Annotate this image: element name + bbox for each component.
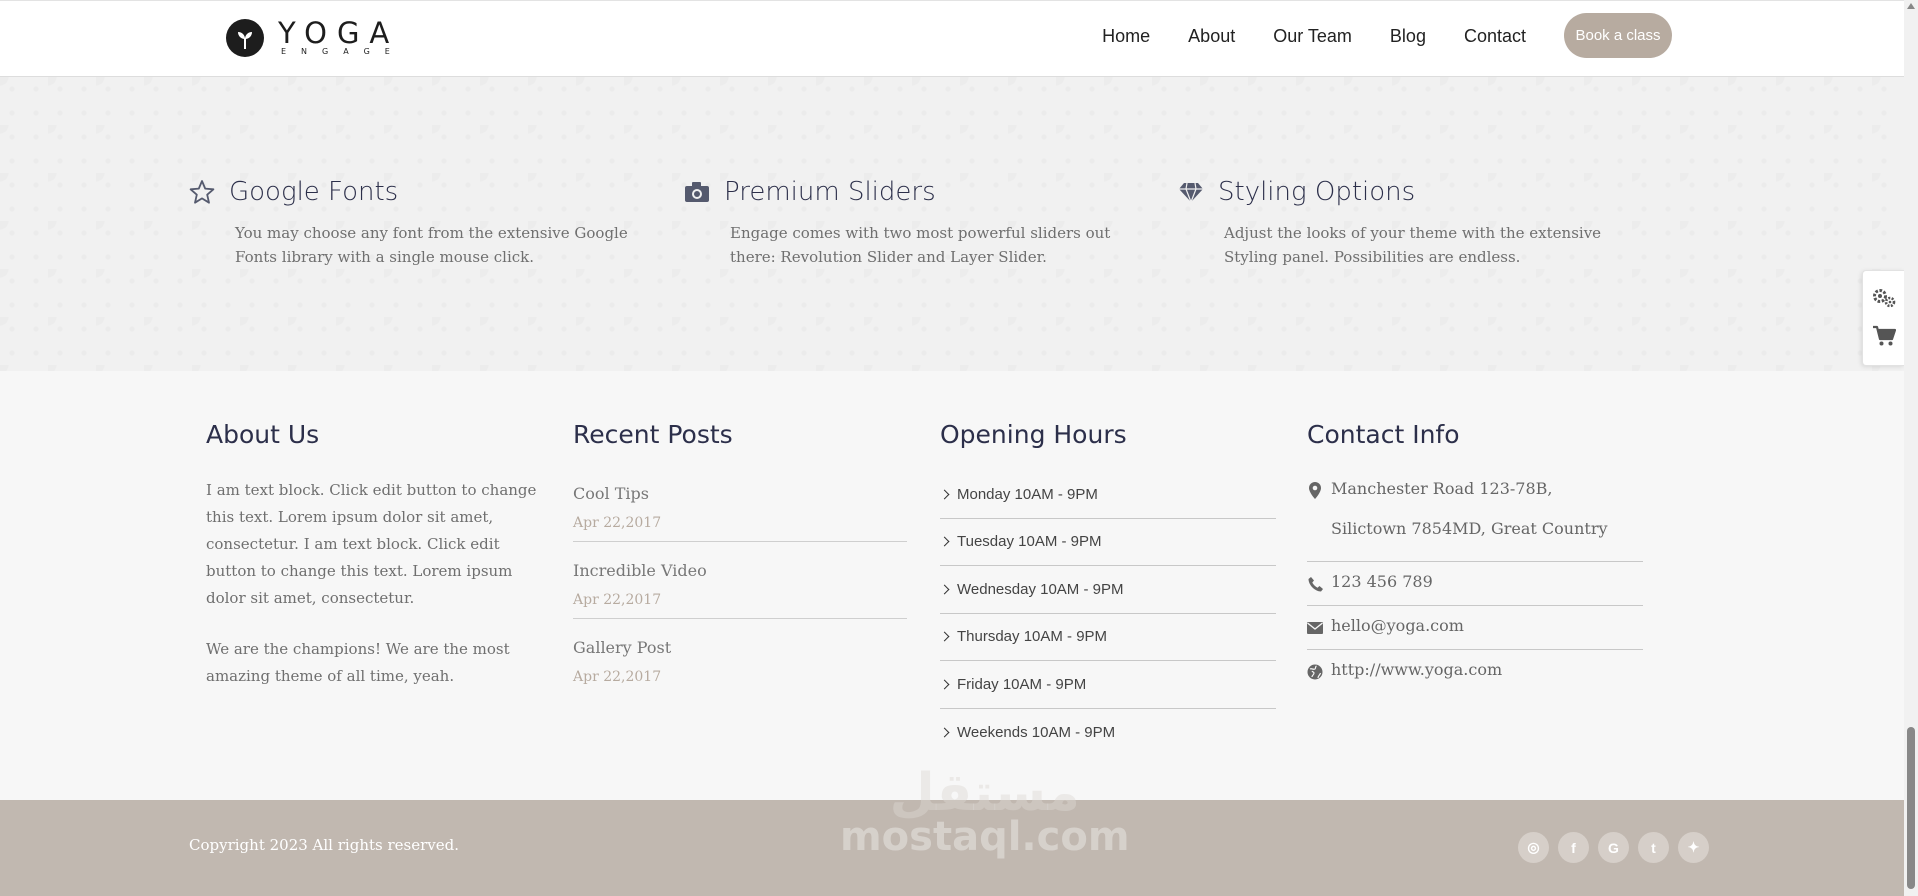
- google-icon[interactable]: G: [1598, 832, 1629, 863]
- address-line: Manchester Road 123-78B,: [1331, 479, 1553, 498]
- feature-description: Engage comes with two most powerful slid…: [730, 224, 1111, 266]
- hours-text: Weekends 10AM - 9PM: [957, 723, 1116, 741]
- site-header: YOGA ENGAGE Home About Our Team Blog Con…: [0, 0, 1904, 77]
- page-scrollbar[interactable]: [1904, 0, 1918, 896]
- contact-info-widget: Contact Info Manchester Road 123-78B, Si…: [1307, 420, 1643, 693]
- watermark-arabic: مستقل: [889, 763, 1080, 823]
- dribbble-icon[interactable]: ◎: [1518, 832, 1549, 863]
- feature-premium-sliders: Premium Sliders Engage comes with two mo…: [684, 177, 1124, 269]
- hours-text: Monday 10AM - 9PM: [957, 485, 1098, 503]
- post-item: Gallery Post Apr 22,2017: [573, 631, 907, 695]
- about-paragraph: We are the champions! We are the most am…: [206, 640, 510, 685]
- about-paragraph: I am text block. Click edit button to ch…: [206, 481, 537, 607]
- post-date: Apr 22,2017: [573, 515, 662, 531]
- shopping-cart-icon[interactable]: [1863, 317, 1905, 355]
- logo-sprout-icon: [226, 19, 264, 57]
- main-nav: Home About Our Team Blog Contact Book a …: [1064, 13, 1672, 58]
- tumblr-icon[interactable]: t: [1638, 832, 1669, 863]
- chevron-right-icon: [939, 489, 950, 500]
- contact-address: Manchester Road 123-78B, Silictown 7854M…: [1307, 469, 1643, 562]
- features-section: Google Fonts You may choose any font fro…: [0, 77, 1904, 371]
- hours-row: Tuesday 10AM - 9PM: [939, 519, 1276, 566]
- widget-title: About Us: [206, 420, 320, 449]
- nav-blog[interactable]: Blog: [1390, 14, 1426, 58]
- copyright-text: Copyright 2023 All rights reserved.: [189, 836, 459, 854]
- nav-our-team[interactable]: Our Team: [1273, 14, 1352, 58]
- recent-posts-widget: Recent Posts Cool Tips Apr 22,2017 Incre…: [573, 420, 907, 707]
- twitter-icon[interactable]: ✦: [1678, 832, 1709, 863]
- feature-google-fonts: Google Fonts You may choose any font fro…: [189, 177, 629, 269]
- logo[interactable]: YOGA ENGAGE: [226, 19, 405, 57]
- email-link[interactable]: hello@yoga.com: [1331, 616, 1464, 635]
- chevron-right-icon: [939, 536, 950, 547]
- social-links: ◎ f G t ✦: [1518, 832, 1718, 863]
- address-line: Silictown 7854MD, Great Country: [1331, 519, 1608, 538]
- hours-row: Weekends 10AM - 9PM: [939, 709, 1276, 757]
- post-date: Apr 22,2017: [573, 592, 662, 608]
- star-icon: [189, 179, 215, 205]
- phone-number: 123 456 789: [1331, 572, 1433, 591]
- side-toolbar: [1862, 270, 1904, 366]
- website-link[interactable]: http://www.yoga.com: [1331, 660, 1502, 679]
- settings-gears-icon[interactable]: [1863, 279, 1905, 317]
- about-widget: About Us I am text block. Click edit but…: [206, 420, 544, 690]
- feature-styling-options: Styling Options Adjust the looks of your…: [1178, 177, 1618, 269]
- hours-row: Thursday 10AM - 9PM: [939, 614, 1276, 661]
- watermark-logo: مستقل mostaql.com: [840, 765, 1130, 859]
- hours-row: Wednesday 10AM - 9PM: [939, 566, 1276, 614]
- hours-text: Friday 10AM - 9PM: [957, 675, 1087, 693]
- widget-title: Opening Hours: [940, 420, 1127, 449]
- facebook-icon[interactable]: f: [1558, 832, 1589, 863]
- hours-row: Friday 10AM - 9PM: [939, 661, 1276, 709]
- post-date: Apr 22,2017: [573, 669, 662, 685]
- opening-hours-widget: Opening Hours Monday 10AM - 9PM Tuesday …: [939, 420, 1276, 757]
- hours-text: Wednesday 10AM - 9PM: [957, 580, 1124, 598]
- globe-icon: [1307, 663, 1323, 681]
- feature-title: Premium Sliders: [724, 177, 936, 207]
- contact-email: hello@yoga.com: [1307, 606, 1643, 650]
- logo-subtitle: ENGAGE: [281, 47, 405, 56]
- logo-word: YOGA: [278, 16, 400, 50]
- nav-home[interactable]: Home: [1102, 14, 1150, 58]
- post-title-link[interactable]: Cool Tips: [573, 481, 907, 507]
- widget-title: Contact Info: [1307, 420, 1460, 449]
- post-title-link[interactable]: Incredible Video: [573, 558, 907, 584]
- contact-website: http://www.yoga.com: [1307, 650, 1643, 693]
- envelope-icon: [1307, 619, 1323, 637]
- map-marker-icon: [1307, 481, 1323, 499]
- contact-phone: 123 456 789: [1307, 562, 1643, 606]
- camera-icon: [684, 179, 710, 205]
- diamond-icon: [1178, 179, 1204, 205]
- post-item: Cool Tips Apr 22,2017: [573, 477, 907, 542]
- hours-text: Thursday 10AM - 9PM: [957, 628, 1108, 646]
- hours-text: Tuesday 10AM - 9PM: [957, 533, 1102, 551]
- chevron-right-icon: [939, 631, 950, 642]
- nav-about[interactable]: About: [1188, 14, 1235, 58]
- nav-contact[interactable]: Contact: [1464, 14, 1526, 58]
- chevron-right-icon: [939, 584, 950, 595]
- book-a-class-button[interactable]: Book a class: [1564, 13, 1672, 58]
- watermark-latin: mostaql.com: [840, 814, 1130, 860]
- post-item: Incredible Video Apr 22,2017: [573, 554, 907, 619]
- scrollbar-thumb[interactable]: [1907, 727, 1915, 889]
- scroll-up-arrow-icon[interactable]: [1907, 3, 1915, 9]
- hours-row: Monday 10AM - 9PM: [939, 471, 1276, 519]
- phone-icon: [1307, 575, 1323, 593]
- chevron-right-icon: [939, 727, 950, 738]
- feature-description: You may choose any font from the extensi…: [235, 224, 628, 266]
- chevron-right-icon: [939, 679, 950, 690]
- feature-title: Google Fonts: [229, 177, 399, 207]
- widget-title: Recent Posts: [573, 420, 733, 449]
- feature-title: Styling Options: [1218, 177, 1416, 207]
- post-title-link[interactable]: Gallery Post: [573, 635, 907, 661]
- feature-description: Adjust the looks of your theme with the …: [1224, 224, 1602, 266]
